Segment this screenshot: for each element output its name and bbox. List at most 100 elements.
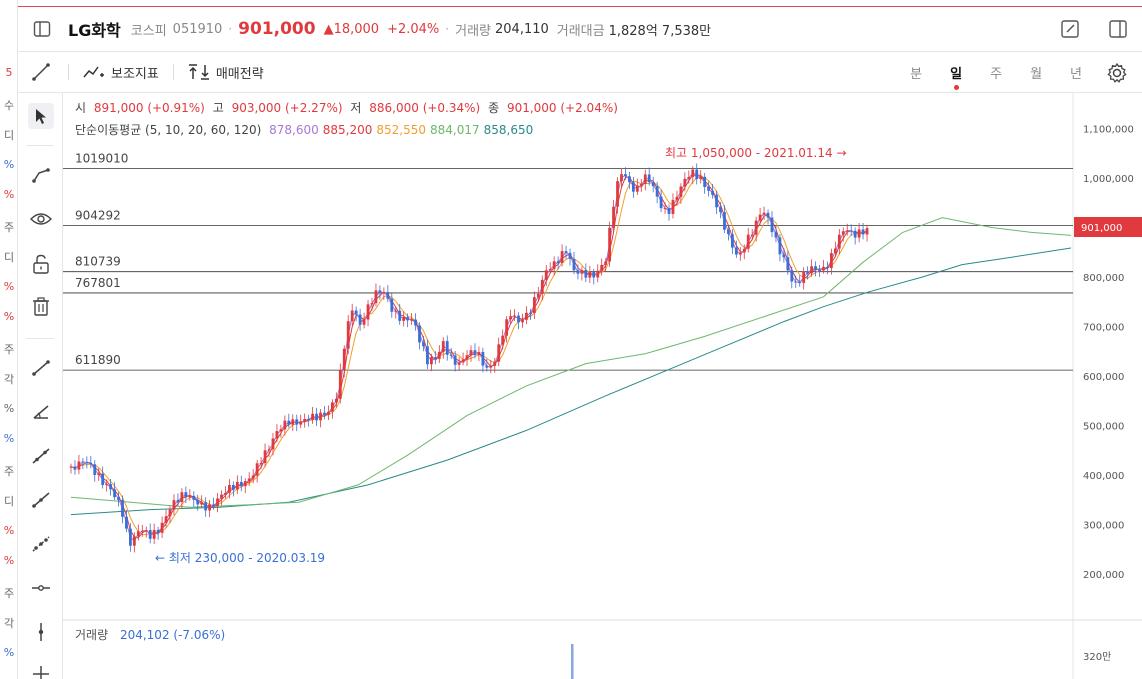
level-label: 1019010 [75, 152, 128, 166]
market-name: 코스피 [130, 23, 167, 39]
candle-body [481, 351, 485, 366]
trash-icon[interactable] [28, 294, 54, 320]
candle-body [798, 282, 802, 284]
open-value: 891,000 (+0.91%) [93, 101, 205, 115]
candle-body [216, 498, 219, 507]
ohlc-info: 시 891,000 (+0.91%) 고 903,000 (+2.27%) 저 … [75, 99, 622, 116]
candle-body [303, 418, 307, 422]
candle-body [762, 212, 766, 215]
candle-body [620, 174, 623, 182]
settings-gear-icon[interactable] [1106, 62, 1128, 88]
candle-body [758, 214, 762, 221]
candle-body [121, 500, 124, 517]
candle-body [853, 230, 857, 238]
candle-body [168, 509, 172, 517]
angle-line-icon[interactable] [28, 399, 54, 425]
candle-body [267, 449, 271, 451]
adjacent-panel-fragment: % [3, 279, 15, 293]
candle-body [806, 271, 810, 274]
unlock-icon[interactable] [28, 251, 54, 277]
adjacent-panel-fragment: % [3, 554, 15, 567]
candle-body [330, 402, 334, 412]
candle-body [723, 212, 726, 230]
candle-body [366, 304, 370, 320]
candle-body [635, 185, 639, 192]
candle-body [790, 270, 794, 282]
period-tab[interactable]: 주 [990, 63, 1002, 82]
period-tab[interactable]: 월 [1030, 63, 1042, 82]
panel-layout-icon[interactable] [1108, 19, 1128, 43]
candle-body [445, 341, 449, 355]
candle-body [647, 174, 651, 183]
eye-icon[interactable] [28, 206, 54, 232]
sidebar-toggle-icon[interactable] [32, 19, 52, 39]
candle-body [426, 346, 429, 365]
candle-body [247, 478, 251, 482]
close-value: 901,000 (+2.04%) [506, 101, 618, 115]
candlestick-chart[interactable]: 200,000 300,000 400,000 500,000 600,000 700,0… [63, 93, 1142, 679]
cursor-icon[interactable] [28, 103, 54, 129]
vertical-line-icon[interactable] [28, 619, 54, 645]
indicators-label: 보조지표 [111, 66, 159, 82]
chart-toolbar: 보조지표 매매전략 분 일 주 월 년 [18, 52, 1142, 93]
adjacent-panel-fragment: % [3, 645, 15, 659]
moving-average-info[interactable]: 단순이동평균 (5, 10, 20, 60, 120) 878,600 885,2… [75, 121, 537, 138]
candle-body [172, 500, 176, 510]
candle-body [782, 254, 786, 258]
candle-body [184, 492, 188, 498]
ray-line-icon[interactable] [28, 487, 54, 513]
candle-body [386, 292, 390, 299]
candle-body [342, 348, 346, 371]
period-tab[interactable]: 일 [950, 63, 962, 90]
candle-body [829, 253, 833, 268]
candle-body [548, 269, 552, 271]
candle-body [532, 297, 536, 314]
candle-body [679, 186, 683, 197]
adjacent-panel-fragment: % [3, 157, 15, 171]
candle-body [132, 536, 136, 546]
candle-body [81, 461, 85, 463]
period-tab[interactable]: 년 [1070, 63, 1082, 82]
parallel-line-icon[interactable] [28, 531, 54, 557]
edit-icon[interactable] [1060, 19, 1080, 43]
adjacent-panel-fragment: 디 [3, 129, 15, 142]
candle-body [861, 229, 865, 235]
candle-body [164, 516, 168, 523]
line-segment-icon[interactable] [28, 355, 54, 381]
candle-body [667, 208, 671, 214]
candle-body [707, 186, 711, 191]
candle-body [588, 271, 592, 278]
y-tick-label: 300,000 [1083, 521, 1124, 532]
ma-value: 878,600 [269, 123, 319, 137]
candle-body [259, 463, 263, 465]
candle-body [719, 207, 722, 213]
stock-name[interactable]: LG화학 [68, 17, 121, 41]
indicators-button[interactable]: 보조지표 [83, 63, 159, 82]
candle-body [453, 355, 457, 365]
candle-body [536, 293, 540, 298]
line-tool-icon[interactable] [28, 59, 54, 85]
y-tick-label: 200,000 [1083, 570, 1124, 581]
price-chart-area[interactable]: 200,000 300,000 400,000 500,000 600,000 700,0… [63, 93, 1142, 679]
price-change: ▲18,000 [323, 21, 380, 37]
candle-body [422, 342, 425, 347]
ma-value: 884,017 [430, 123, 480, 137]
candle-body [699, 176, 703, 180]
candle-body [509, 316, 513, 320]
candle-body [307, 418, 311, 420]
toolbar-divider [68, 64, 69, 80]
candle-body [810, 266, 813, 274]
candle-body [857, 229, 861, 238]
candle-body [235, 481, 239, 490]
candle-body [334, 398, 338, 403]
candle-body [841, 231, 845, 235]
candle-body [631, 182, 635, 192]
cross-line-icon[interactable] [28, 659, 54, 679]
extended-line-icon[interactable] [28, 443, 54, 469]
candle-body [727, 229, 730, 235]
candle-body [695, 169, 699, 180]
period-tab[interactable]: 분 [910, 63, 922, 82]
horizontal-line-icon[interactable] [28, 575, 54, 601]
strategy-button[interactable]: 매매전략 [188, 63, 264, 82]
trend-line-icon[interactable] [28, 163, 54, 189]
